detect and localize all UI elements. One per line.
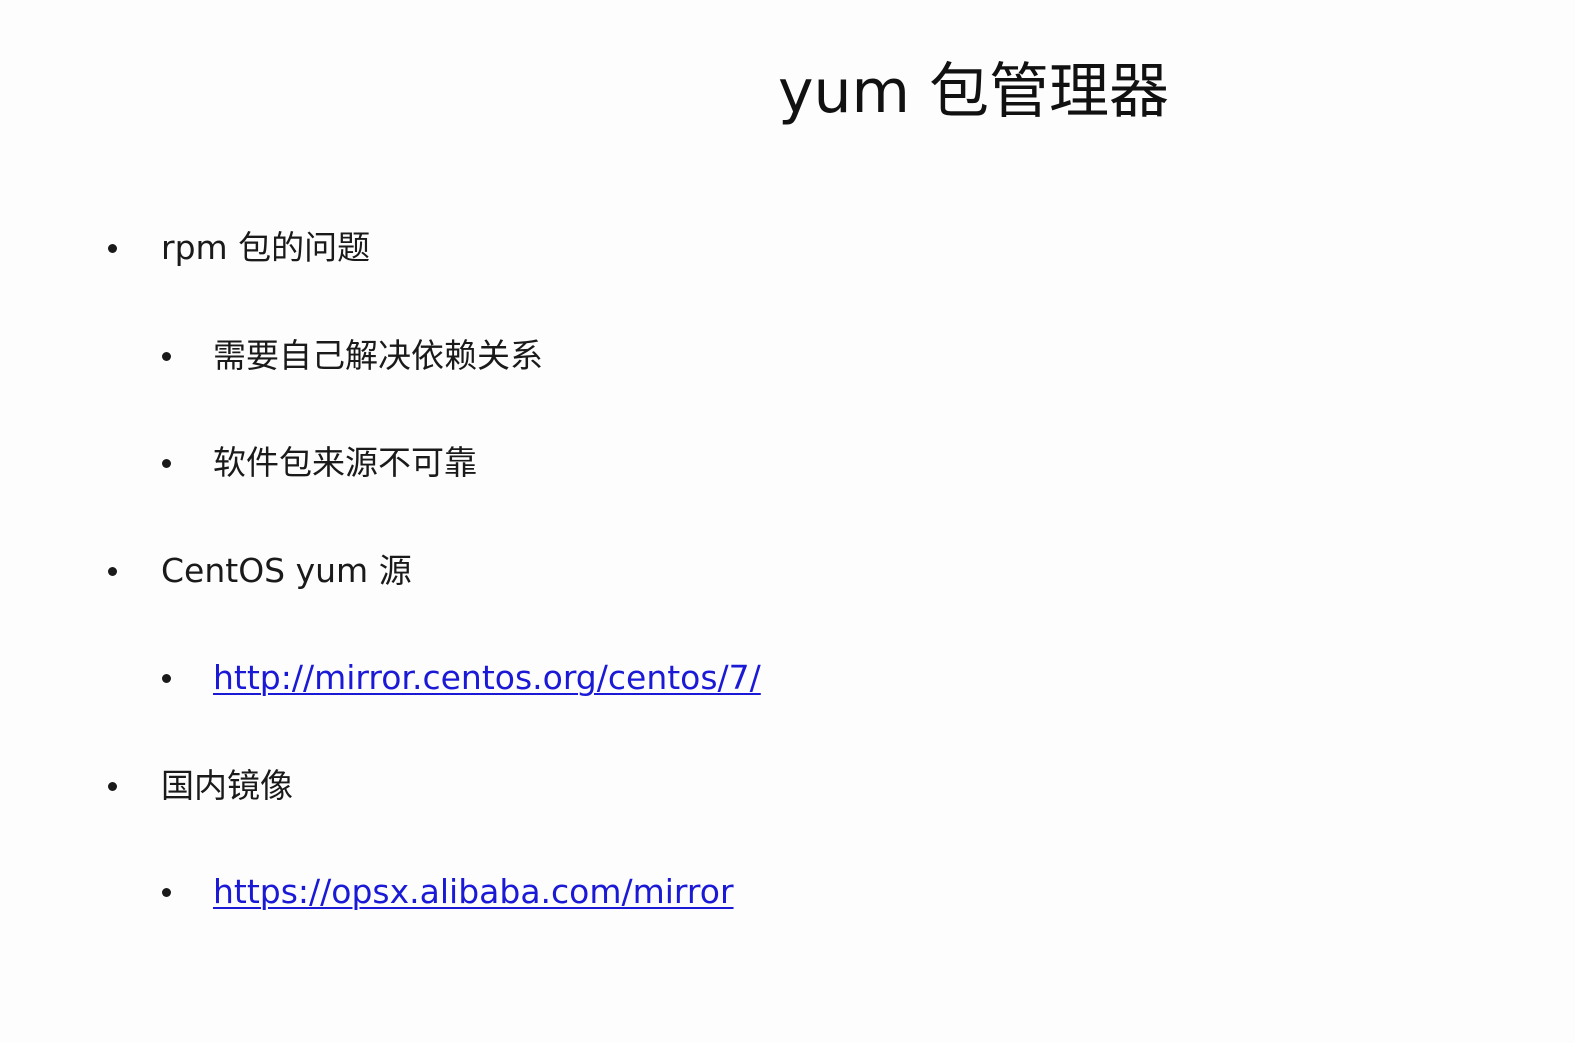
list-item-unreliable-source: 软件包来源不可靠 xyxy=(162,439,477,487)
list-item-label: CentOS yum 源 xyxy=(161,551,412,590)
bullet-icon xyxy=(162,351,171,361)
slide: yum 包管理器 rpm 包的问题 需要自己解决依赖关系 软件包来源不可靠 Ce… xyxy=(0,0,1575,1043)
bullet-icon xyxy=(108,566,117,576)
bullet-icon xyxy=(108,243,117,253)
bullet-icon xyxy=(162,458,171,468)
list-item-label: 国内镜像 xyxy=(161,766,293,805)
list-item-alibaba-mirror-link: https://opsx.alibaba.com/mirror xyxy=(162,868,734,916)
slide-title: yum 包管理器 xyxy=(778,57,1170,127)
list-item-centos-mirror-link: http://mirror.centos.org/centos/7/ xyxy=(162,654,761,702)
centos-mirror-link[interactable]: http://mirror.centos.org/centos/7/ xyxy=(213,654,761,702)
list-item-label: rpm 包的问题 xyxy=(161,228,371,267)
list-item-dependencies: 需要自己解决依赖关系 xyxy=(162,332,543,380)
list-item-label: 软件包来源不可靠 xyxy=(213,443,477,482)
bullet-icon xyxy=(108,781,117,791)
bullet-icon xyxy=(162,887,171,897)
alibaba-mirror-link[interactable]: https://opsx.alibaba.com/mirror xyxy=(213,868,734,916)
list-item-centos-yum-source: CentOS yum 源 xyxy=(108,547,412,595)
list-item-domestic-mirror: 国内镜像 xyxy=(108,762,293,810)
bullet-icon xyxy=(162,673,171,683)
list-item-rpm-problems: rpm 包的问题 xyxy=(108,224,370,272)
list-item-label: 需要自己解决依赖关系 xyxy=(213,336,543,375)
